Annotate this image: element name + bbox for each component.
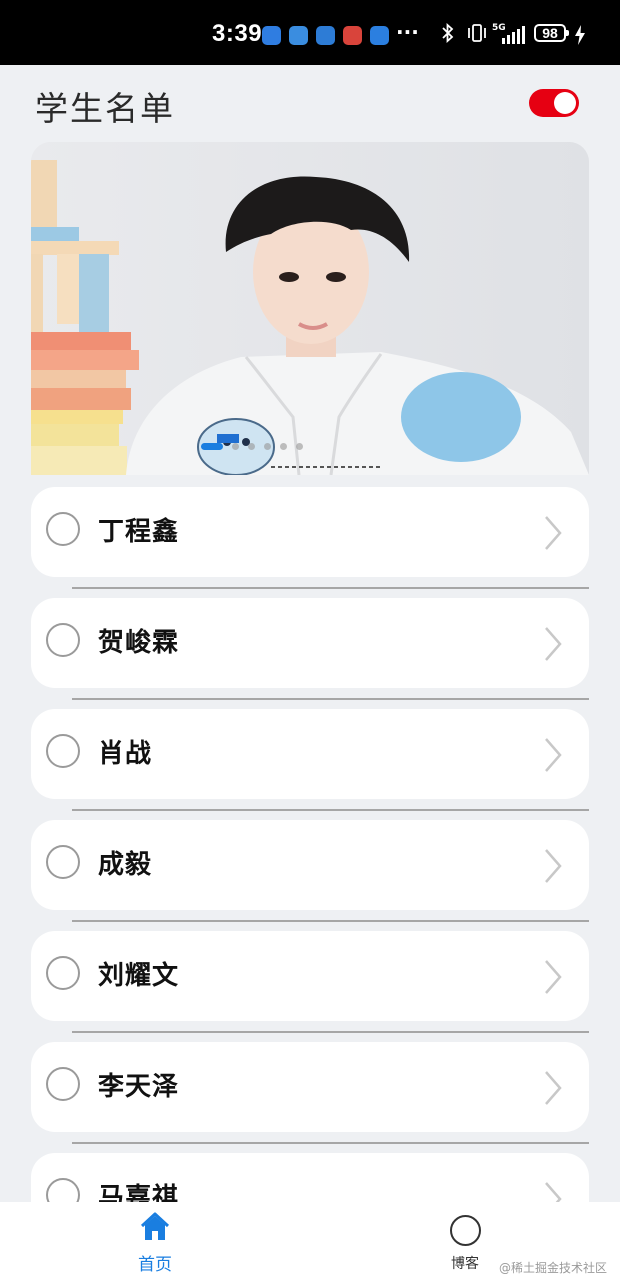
carousel-dot[interactable] [248, 443, 255, 450]
blog-icon [450, 1215, 481, 1246]
list-item[interactable]: 成毅 [31, 820, 589, 910]
student-name: 贺峻霖 [98, 628, 180, 658]
page-title: 学生名单 [35, 89, 175, 128]
list-item[interactable]: 丁程鑫 [31, 487, 589, 577]
carousel-dot[interactable] [296, 443, 303, 450]
carousel-dot[interactable] [201, 443, 223, 450]
usb-notification-icon [262, 26, 281, 45]
radio-button[interactable] [46, 512, 80, 546]
carousel-dot[interactable] [264, 443, 271, 450]
carousel-dot[interactable] [232, 443, 239, 450]
charging-bolt-icon [575, 25, 585, 45]
radio-button[interactable] [46, 845, 80, 879]
toggle-knob [554, 92, 576, 114]
radio-button[interactable] [46, 623, 80, 657]
chevron-right-icon [545, 849, 562, 883]
chevron-right-icon [545, 960, 562, 994]
status-bar: 3:39 ··· 5G 98 [0, 0, 620, 65]
radio-button[interactable] [46, 1067, 80, 1101]
divider [72, 587, 589, 589]
more-notifications-icon: ··· [396, 20, 419, 44]
status-time: 3:39 [212, 20, 263, 47]
divider [72, 1031, 589, 1033]
signal-icon [502, 26, 525, 44]
divider [72, 1142, 589, 1144]
student-name: 丁程鑫 [98, 517, 180, 547]
nav-home-label: 首页 [138, 1255, 172, 1275]
divider [72, 809, 589, 811]
app-notification-icon [289, 26, 308, 45]
bluetooth-icon [442, 22, 454, 44]
carousel-indicator [201, 443, 303, 450]
divider [72, 698, 589, 700]
list-item[interactable]: 贺峻霖 [31, 598, 589, 688]
chevron-right-icon [545, 738, 562, 772]
chevron-right-icon [545, 516, 562, 550]
radio-button[interactable] [46, 734, 80, 768]
watermark: @稀土掘金技术社区 [499, 1261, 608, 1275]
list-item[interactable]: 肖战 [31, 709, 589, 799]
banner-carousel[interactable] [31, 142, 589, 475]
mail-notification-icon [343, 26, 362, 45]
carousel-dot[interactable] [280, 443, 287, 450]
student-name: 肖战 [98, 739, 153, 769]
toggle-switch[interactable] [529, 89, 579, 117]
student-name: 刘耀文 [98, 961, 180, 991]
radio-button[interactable] [46, 956, 80, 990]
nav-home-tab[interactable]: 首页 [95, 1202, 215, 1280]
vibrate-icon [468, 24, 486, 42]
chevron-right-icon [545, 627, 562, 661]
battery-indicator: 98 [534, 24, 569, 42]
list-item[interactable]: 李天泽 [31, 1042, 589, 1132]
student-name: 李天泽 [98, 1072, 180, 1102]
banner-image [31, 142, 589, 475]
chevron-right-icon [545, 1071, 562, 1105]
message-notification-icon [370, 26, 389, 45]
divider [72, 920, 589, 922]
home-icon [140, 1212, 170, 1240]
app2-notification-icon [316, 26, 335, 45]
student-name: 成毅 [98, 850, 153, 880]
notification-icons [262, 26, 389, 45]
list-item[interactable]: 刘耀文 [31, 931, 589, 1021]
